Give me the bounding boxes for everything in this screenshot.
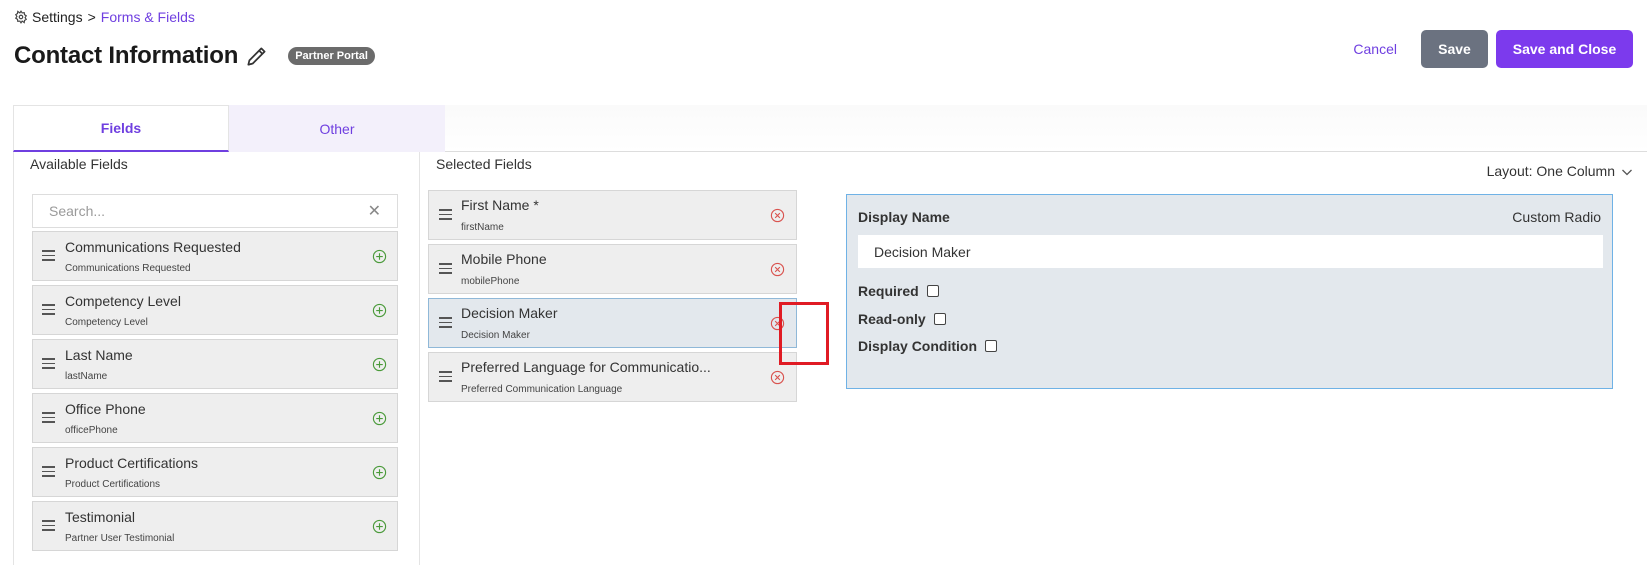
list-item[interactable]: Communications Requested Communications …: [32, 231, 398, 281]
drag-handle-icon[interactable]: [42, 412, 55, 423]
display-name-label: Display Name: [858, 209, 950, 225]
required-row: Required: [858, 283, 939, 299]
add-icon[interactable]: [372, 465, 387, 480]
add-icon[interactable]: [372, 519, 387, 534]
readonly-label: Read-only: [858, 311, 926, 327]
field-name: Preferred Language for Communicatio...: [461, 359, 711, 375]
list-item[interactable]: Preferred Language for Communicatio... P…: [428, 352, 797, 402]
field-name: Decision Maker: [461, 305, 558, 321]
layout-dropdown[interactable]: Layout: One Column: [1487, 163, 1633, 179]
available-fields-list: Communications Requested Communications …: [32, 231, 398, 555]
field-key: officePhone: [65, 425, 118, 436]
display-condition-row: Display Condition: [858, 338, 997, 354]
field-name: First Name *: [461, 197, 539, 213]
chevron-down-icon: [1621, 165, 1633, 177]
field-key: Competency Level: [65, 317, 148, 328]
field-name: Communications Requested: [65, 239, 241, 255]
selected-fields-label: Selected Fields: [436, 156, 532, 172]
drag-handle-icon[interactable]: [42, 358, 55, 369]
save-button[interactable]: Save: [1421, 30, 1488, 68]
field-key: Communications Requested: [65, 263, 191, 274]
page-title: Contact Information: [14, 42, 239, 69]
selected-fields-list: First Name * firstName Mobile Phone mobi…: [428, 190, 797, 406]
pencil-icon[interactable]: [244, 43, 270, 69]
list-item[interactable]: Testimonial Partner User Testimonial: [32, 501, 398, 551]
drag-handle-icon[interactable]: [439, 371, 452, 382]
field-key: Product Certifications: [65, 479, 161, 490]
portal-badge: Partner Portal: [288, 47, 375, 65]
field-type-label: Custom Radio: [1512, 209, 1601, 225]
remove-icon[interactable]: [770, 262, 785, 277]
field-name: Competency Level: [65, 293, 181, 309]
display-name-input[interactable]: [858, 235, 1603, 268]
add-icon[interactable]: [372, 249, 387, 264]
gear-icon: [14, 10, 28, 24]
field-name: Product Certifications: [65, 455, 199, 471]
breadcrumb: Settings > Forms & Fields: [14, 9, 195, 25]
field-name: Office Phone: [65, 401, 146, 417]
remove-icon[interactable]: [770, 370, 785, 385]
display-condition-label: Display Condition: [858, 338, 977, 354]
drag-handle-icon[interactable]: [439, 209, 452, 220]
field-name: Last Name: [65, 347, 133, 363]
drag-handle-icon[interactable]: [439, 317, 452, 328]
layout-value: Layout: One Column: [1486, 163, 1615, 179]
drag-handle-icon[interactable]: [42, 466, 55, 477]
breadcrumb-current[interactable]: Forms & Fields: [101, 9, 195, 25]
field-properties-panel: Display Name Custom Radio Required Read-…: [846, 194, 1613, 389]
add-icon[interactable]: [372, 411, 387, 426]
title-row: Contact Information Partner Portal: [14, 42, 375, 70]
field-name: Testimonial: [65, 509, 136, 525]
drag-handle-icon[interactable]: [439, 263, 452, 274]
readonly-checkbox[interactable]: [933, 313, 946, 325]
clear-icon[interactable]: ✕: [368, 201, 381, 221]
search-box: ✕: [32, 194, 398, 228]
field-name: Mobile Phone: [461, 251, 547, 267]
tab-fields[interactable]: Fields: [13, 105, 229, 152]
list-item[interactable]: Last Name lastName: [32, 339, 398, 389]
list-item[interactable]: Office Phone officePhone: [32, 393, 398, 443]
remove-icon[interactable]: [770, 316, 785, 331]
required-checkbox[interactable]: [926, 285, 939, 297]
field-key: Decision Maker: [461, 330, 530, 341]
list-item[interactable]: Competency Level Competency Level: [32, 285, 398, 335]
drag-handle-icon[interactable]: [42, 520, 55, 531]
readonly-row: Read-only: [858, 311, 946, 327]
drag-handle-icon[interactable]: [42, 304, 55, 315]
drag-handle-icon[interactable]: [42, 250, 55, 261]
field-key: lastName: [65, 371, 108, 382]
add-icon[interactable]: [372, 303, 387, 318]
field-key: Partner User Testimonial: [65, 533, 175, 544]
available-fields-pane: Available Fields ✕ Communications Reques…: [14, 152, 420, 565]
list-item[interactable]: First Name * firstName: [428, 190, 797, 240]
field-key: Preferred Communication Language: [461, 384, 623, 395]
tab-bar: Fields Other: [13, 105, 1647, 152]
list-item-selected[interactable]: Decision Maker Decision Maker: [428, 298, 797, 348]
tab-other[interactable]: Other: [229, 105, 445, 152]
list-item[interactable]: Product Certifications Product Certifica…: [32, 447, 398, 497]
remove-icon[interactable]: [770, 208, 785, 223]
breadcrumb-separator: >: [87, 9, 96, 25]
list-item[interactable]: Mobile Phone mobilePhone: [428, 244, 797, 294]
cancel-button[interactable]: Cancel: [1353, 41, 1397, 57]
field-key: firstName: [461, 222, 504, 233]
field-key: mobilePhone: [461, 276, 520, 287]
display-condition-checkbox[interactable]: [985, 340, 997, 352]
breadcrumb-root[interactable]: Settings: [32, 9, 83, 25]
top-actions: Cancel Save Save and Close: [1353, 30, 1633, 68]
available-fields-label: Available Fields: [30, 156, 128, 172]
required-label: Required: [858, 283, 919, 299]
search-input[interactable]: [49, 203, 368, 219]
save-and-close-button[interactable]: Save and Close: [1496, 30, 1633, 68]
add-icon[interactable]: [372, 357, 387, 372]
